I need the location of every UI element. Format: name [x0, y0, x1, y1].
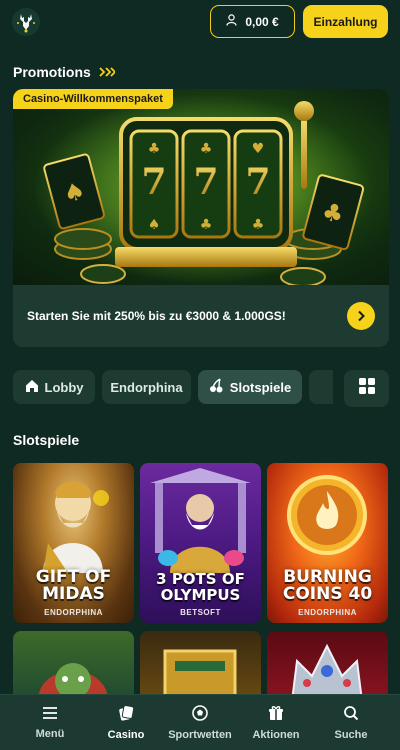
nav-item-menu[interactable]: Menü	[10, 695, 90, 750]
nav-label: Menü	[35, 728, 65, 740]
nav-label: Suche	[334, 729, 368, 741]
svg-text:♥: ♥	[252, 141, 265, 157]
svg-text:♣: ♣	[200, 217, 213, 233]
deposit-button[interactable]: Einzahlung	[303, 5, 388, 38]
nav-item-casino[interactable]: Casino	[86, 695, 166, 750]
game-provider: BETSOFT	[180, 608, 221, 617]
category-tabs: Lobby Endorphina Slotspiele	[13, 370, 333, 406]
svg-text:7: 7	[245, 161, 270, 203]
game-provider: ENDORPHINA	[44, 608, 103, 617]
nav-label: Sportwetten	[168, 729, 232, 741]
grid-view-button[interactable]	[344, 370, 389, 407]
tab-slotspiele[interactable]: Slotspiele	[198, 370, 302, 404]
svg-text:♠: ♠	[148, 217, 161, 233]
game-title-line2: COINS 40	[282, 584, 373, 604]
game-tile-partial-3[interactable]	[267, 631, 388, 701]
tab-label: Endorphina	[110, 379, 183, 395]
header: 0,00 € Einzahlung	[0, 0, 400, 44]
game-title: 3 POTS OF OLYMPUS	[140, 571, 261, 603]
game-tile-gift-of-midas[interactable]: GIFT OF MIDAS ENDORPHINA	[13, 463, 134, 623]
svg-text:♣: ♣	[252, 217, 265, 233]
slot-machine-image: ♠ ♣ 7 7 7 ♣ ♣ ♥ ♠ ♣ ♣ Casino-Willkommens…	[13, 89, 389, 287]
game-title-line2: OLYMPUS	[160, 586, 241, 604]
balance-button[interactable]: 0,00 €	[210, 5, 295, 38]
house-icon	[25, 379, 39, 396]
game-title-line2: MIDAS	[42, 584, 105, 604]
promo-card[interactable]: ♠ ♣ 7 7 7 ♣ ♣ ♥ ♠ ♣ ♣ Casino-Willkommens…	[13, 89, 389, 347]
nav-label: Aktionen	[252, 729, 300, 741]
cherry-icon	[209, 378, 224, 396]
chevron-right-icon[interactable]	[347, 302, 375, 330]
bottom-nav: Menü Casino Sportwetten Aktionen Suche	[0, 694, 400, 750]
game-provider: ENDORPHINA	[298, 608, 357, 617]
promotions-heading[interactable]: Promotions	[13, 64, 117, 80]
tab-label: Lobby	[44, 379, 84, 395]
gift-icon	[268, 705, 284, 724]
football-icon	[192, 705, 208, 724]
casino-icon	[118, 705, 135, 724]
game-tile-partial-1[interactable]	[13, 631, 134, 701]
grid-icon	[358, 377, 376, 400]
game-title: GIFT OF MIDAS	[13, 569, 134, 603]
slots-title: Slotspiele	[13, 432, 80, 448]
tab-lobby[interactable]: Lobby	[13, 370, 95, 404]
game-tile-3-pots-of-olympus[interactable]: 3 POTS OF OLYMPUS BETSOFT	[140, 463, 261, 623]
nav-label: Casino	[107, 729, 145, 741]
tab-endorphina[interactable]: Endorphina	[102, 370, 191, 404]
tab-next[interactable]	[309, 370, 333, 404]
nav-item-aktionen[interactable]: Aktionen	[236, 695, 316, 750]
promo-footer: Starten Sie mit 250% bis zu €3000 & 1.00…	[13, 285, 389, 347]
user-icon	[226, 14, 237, 29]
tab-label: Slotspiele	[229, 379, 292, 395]
svg-text:♣: ♣	[200, 141, 213, 157]
game-title-line1: 3 POTS OF	[156, 570, 245, 588]
menu-icon	[42, 706, 58, 723]
svg-text:7: 7	[141, 161, 166, 203]
search-icon	[343, 705, 359, 724]
game-title: BURNING COINS 40	[267, 569, 388, 603]
game-tile-burning-coins-40[interactable]: BURNING COINS 40 ENDORPHINA	[267, 463, 388, 623]
svg-text:♣: ♣	[148, 141, 161, 157]
svg-text:7: 7	[193, 161, 218, 203]
nav-item-suche[interactable]: Suche	[311, 695, 391, 750]
promo-badge: Casino-Willkommenspaket	[13, 89, 173, 109]
nav-item-sportwetten[interactable]: Sportwetten	[160, 695, 240, 750]
promotions-title: Promotions	[13, 64, 91, 80]
game-tile-partial-2[interactable]	[140, 631, 261, 701]
balance-amount: 0,00 €	[245, 14, 279, 29]
promo-text: Starten Sie mit 250% bis zu €3000 & 1.00…	[27, 309, 286, 323]
deer-logo-icon[interactable]	[12, 8, 40, 36]
double-chevron-icon	[99, 64, 117, 80]
